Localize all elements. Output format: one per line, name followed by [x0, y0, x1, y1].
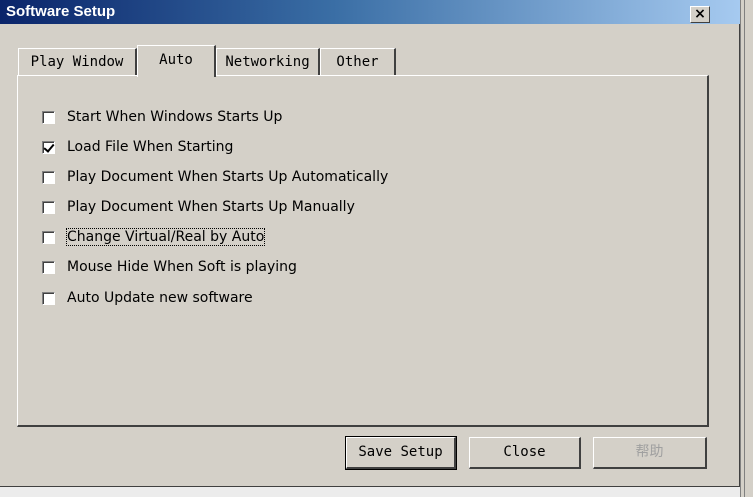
option-auto-update[interactable]: Auto Update new software: [42, 288, 253, 308]
tab-label: Play Window: [30, 54, 124, 70]
option-label: Start When Windows Starts Up: [67, 109, 283, 125]
help-button[interactable]: 帮助: [593, 437, 707, 469]
tab-panel-auto: [17, 75, 709, 427]
save-setup-button[interactable]: Save Setup: [345, 436, 457, 470]
option-start-when-windows-starts[interactable]: Start When Windows Starts Up: [42, 107, 282, 127]
option-label: Auto Update new software: [67, 290, 253, 306]
option-label: Mouse Hide When Soft is playing: [67, 259, 297, 275]
tab-other[interactable]: Other: [320, 48, 396, 75]
checkbox[interactable]: [42, 260, 55, 274]
checkbox-checked[interactable]: [42, 140, 55, 154]
checkbox[interactable]: [42, 110, 55, 124]
divider: [744, 0, 745, 497]
option-label: Play Document When Starts Up Automatical…: [67, 169, 389, 185]
window-title: Software Setup: [6, 3, 116, 20]
tab-networking[interactable]: Networking: [216, 48, 320, 75]
checkbox[interactable]: [42, 170, 55, 184]
option-label: Change Virtual/Real by Auto: [65, 228, 266, 246]
close-icon: ×: [694, 6, 706, 22]
option-change-virtual-real[interactable]: Change Virtual/Real by Auto: [42, 227, 266, 247]
title-bar[interactable]: Software Setup ×: [0, 0, 740, 24]
tab-label: Auto: [159, 52, 193, 68]
checkbox[interactable]: [42, 291, 55, 305]
close-window-button[interactable]: ×: [690, 6, 710, 23]
background-window-edge: [740, 0, 753, 497]
option-play-automatically[interactable]: Play Document When Starts Up Automatical…: [42, 167, 388, 187]
checkbox[interactable]: [42, 230, 55, 244]
background-strip: [0, 487, 740, 497]
checkbox[interactable]: [42, 200, 55, 214]
option-label: Play Document When Starts Up Manually: [67, 199, 355, 215]
tab-auto[interactable]: Auto: [137, 45, 216, 77]
option-play-manually[interactable]: Play Document When Starts Up Manually: [42, 197, 355, 217]
option-label: Load File When Starting: [67, 139, 234, 155]
option-mouse-hide[interactable]: Mouse Hide When Soft is playing: [42, 257, 297, 277]
software-setup-dialog: Software Setup × Play Window Auto Networ…: [0, 0, 740, 487]
tab-label: Networking: [225, 54, 310, 70]
tab-play-window[interactable]: Play Window: [18, 48, 137, 75]
tab-label: Other: [336, 54, 379, 70]
option-load-file-when-starting[interactable]: Load File When Starting: [42, 137, 233, 157]
close-button[interactable]: Close: [469, 437, 581, 469]
